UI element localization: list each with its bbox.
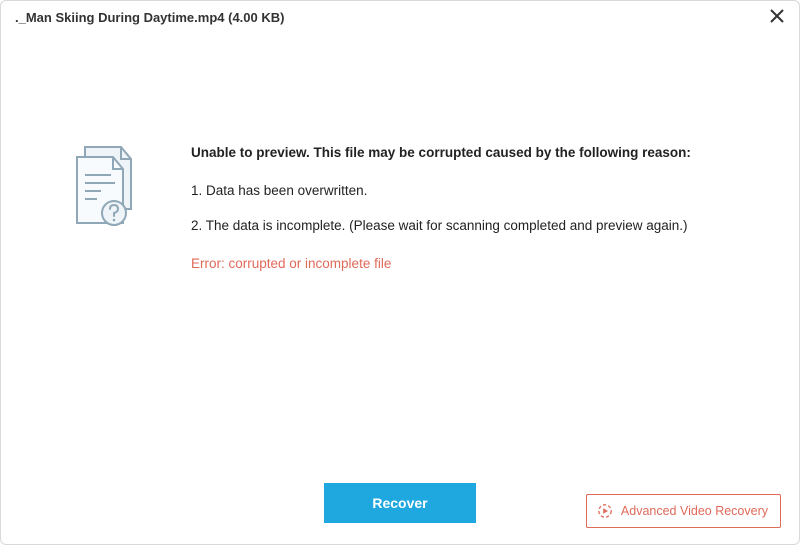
close-button[interactable] — [765, 5, 789, 29]
dialog-window: ._Man Skiing During Daytime.mp4 (4.00 KB… — [0, 0, 800, 545]
close-icon — [770, 8, 784, 26]
corrupted-document-icon — [67, 143, 145, 240]
file-size: (4.00 KB) — [228, 10, 284, 25]
video-repair-icon — [597, 503, 613, 519]
titlebar: ._Man Skiing During Daytime.mp4 (4.00 KB… — [1, 1, 799, 33]
footer: Recover Advanced Video Recovery — [1, 474, 799, 544]
advanced-video-recovery-button[interactable]: Advanced Video Recovery — [586, 494, 781, 528]
file-name: ._Man Skiing During Daytime.mp4 — [15, 10, 225, 25]
illustration-column — [61, 143, 151, 474]
error-text: Error: corrupted or incomplete file — [191, 254, 769, 274]
advanced-button-label: Advanced Video Recovery — [621, 504, 768, 518]
heading-text: Unable to preview. This file may be corr… — [191, 143, 769, 163]
recover-button[interactable]: Recover — [324, 483, 475, 523]
reason-2: 2. The data is incomplete. (Please wait … — [191, 216, 769, 236]
content-area: Unable to preview. This file may be corr… — [1, 33, 799, 474]
reason-1: 1. Data has been overwritten. — [191, 181, 769, 201]
message-column: Unable to preview. This file may be corr… — [191, 143, 769, 474]
